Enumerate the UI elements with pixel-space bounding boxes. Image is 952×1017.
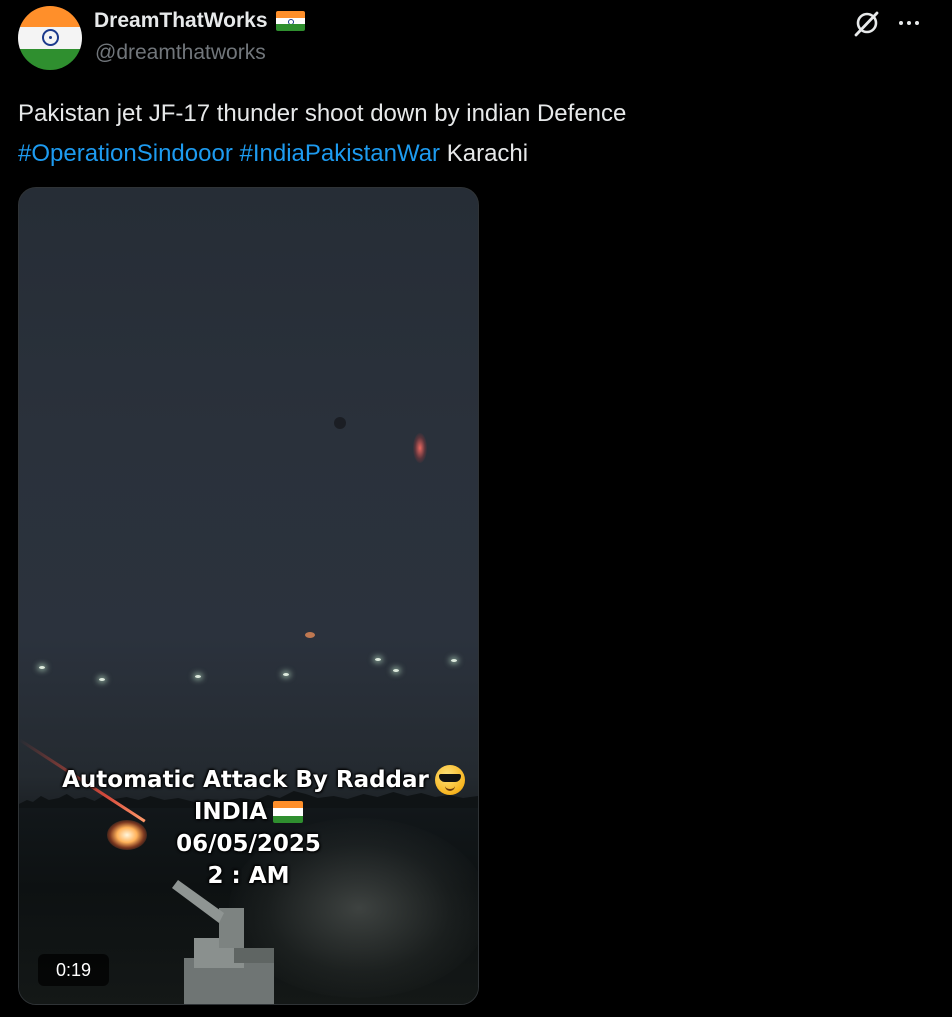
avatar[interactable] (18, 6, 82, 70)
ground-light (451, 659, 457, 662)
hashtag-india-pakistan-war[interactable]: #IndiaPakistanWar (240, 140, 441, 167)
india-flag-icon (273, 801, 304, 823)
overlay-time: 2 : AM (207, 863, 290, 889)
ground-light (393, 669, 399, 672)
ground-light (283, 673, 289, 676)
ground-light (39, 666, 45, 669)
sky-flare (413, 433, 427, 463)
overlay-date: 06/05/2025 (176, 831, 321, 857)
distant-fire (305, 632, 315, 638)
tweet-text: Pakistan jet JF-17 thunder shoot down by… (18, 94, 918, 174)
ground-light (375, 658, 381, 661)
air-defense-turret (172, 880, 274, 1004)
ground-light (99, 678, 105, 681)
tweet-trailing-text: Karachi (446, 140, 529, 167)
tweet-text-line2: #OperationSindooor #IndiaPakistanWar Kar… (18, 134, 918, 174)
author-handle[interactable]: @dreamthatworks (95, 41, 266, 65)
more-horizontal-icon[interactable] (897, 12, 921, 34)
grok-icon[interactable] (851, 9, 881, 39)
video-caption-overlay: Automatic Attack By Raddar INDIA 06/05/2… (19, 764, 478, 892)
author-name-row: DreamThatWorks (94, 9, 305, 33)
tweet-post: DreamThatWorks @dreamthatworks Pakistan … (0, 0, 952, 1017)
overlay-line2: INDIA (193, 799, 268, 825)
display-name[interactable]: DreamThatWorks (94, 9, 268, 33)
hashtag-operation-sindooor[interactable]: #OperationSindooor (18, 140, 233, 167)
tweet-text-line1: Pakistan jet JF-17 thunder shoot down by… (18, 100, 627, 127)
ground-light (195, 675, 201, 678)
video-player[interactable]: Automatic Attack By Raddar INDIA 06/05/2… (18, 187, 479, 1005)
smiling-face-with-sunglasses-icon (434, 765, 465, 795)
india-flag-icon (275, 11, 305, 31)
sky-object (334, 417, 346, 429)
overlay-line1: Automatic Attack By Raddar (62, 767, 429, 793)
video-duration-badge: 0:19 (38, 954, 109, 986)
